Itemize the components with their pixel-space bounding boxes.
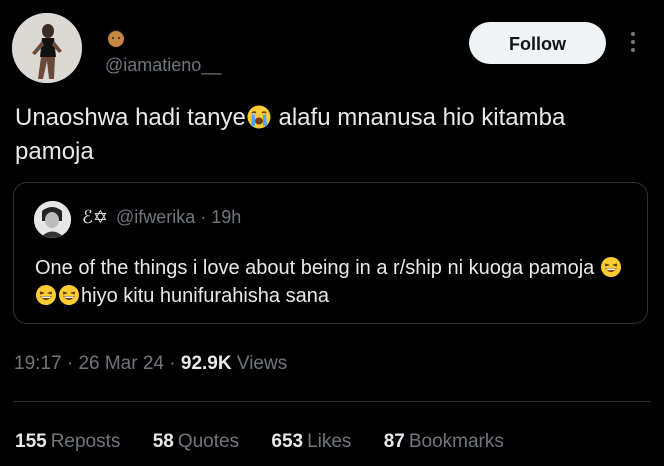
more-options-icon[interactable] bbox=[623, 29, 643, 55]
divider bbox=[14, 401, 650, 402]
loudly-crying-face-icon bbox=[246, 104, 272, 130]
follow-button[interactable]: Follow bbox=[469, 22, 606, 64]
quote-text-part1: One of the things i love about being in … bbox=[35, 257, 600, 279]
likes-count: 653 bbox=[271, 431, 304, 452]
quote-author-handle[interactable]: @ifwerika bbox=[116, 207, 195, 227]
engagement-stats: 155 Reposts 58 Quotes 653 Likes 87 Bookmarks bbox=[15, 431, 531, 453]
bookmarks-stat[interactable]: 87 Bookmarks bbox=[384, 431, 504, 453]
author-avatar[interactable] bbox=[12, 13, 82, 83]
quote-text-part2: hiyo kitu hunifurahisha sana bbox=[81, 285, 329, 307]
grinning-squinting-face-icon bbox=[600, 256, 622, 278]
quoted-tweet[interactable]: ℰ✡ @ifwerika · 19h One of the things i lo… bbox=[13, 182, 648, 324]
quote-author-name[interactable]: ℰ✡ bbox=[82, 207, 108, 227]
reposts-count: 155 bbox=[15, 431, 47, 452]
likes-stat[interactable]: 653 Likes bbox=[271, 431, 351, 453]
tweet-time[interactable]: 19:17 bbox=[14, 353, 62, 374]
quotes-count: 58 bbox=[152, 431, 174, 452]
grinning-squinting-face-icon bbox=[58, 284, 80, 306]
tweet-header: @iamatieno__ Follow bbox=[0, 0, 664, 90]
tweet-text-part1: Unaoshwa hadi tanye bbox=[15, 104, 246, 131]
person-face-emoji-icon bbox=[105, 26, 127, 48]
views-count: 92.9K bbox=[180, 353, 232, 374]
quote-time[interactable]: 19h bbox=[211, 207, 241, 227]
likes-label: Likes bbox=[307, 431, 352, 452]
tweet-date[interactable]: 26 Mar 24 bbox=[78, 353, 164, 374]
quote-author-avatar[interactable] bbox=[34, 201, 71, 238]
bookmarks-label: Bookmarks bbox=[408, 431, 504, 452]
reposts-stat[interactable]: 155 Reposts bbox=[15, 431, 120, 453]
views-label: Views bbox=[236, 353, 288, 374]
reposts-label: Reposts bbox=[50, 431, 121, 452]
bookmarks-count: 87 bbox=[383, 431, 405, 452]
author-handle[interactable]: @iamatieno__ bbox=[105, 55, 221, 76]
tweet-text: Unaoshwa hadi tanye alafu mnanusa hio ki… bbox=[15, 101, 645, 169]
grinning-squinting-face-icon bbox=[35, 284, 57, 306]
tweet-meta: 19:17 · 26 Mar 24 · 92.9K Views bbox=[14, 353, 288, 374]
quotes-label: Quotes bbox=[177, 431, 240, 452]
quote-meta: ℰ✡ @ifwerika · 19h bbox=[82, 207, 242, 227]
quotes-stat[interactable]: 58 Quotes bbox=[153, 431, 239, 453]
quote-text: One of the things i love about being in … bbox=[35, 254, 635, 310]
